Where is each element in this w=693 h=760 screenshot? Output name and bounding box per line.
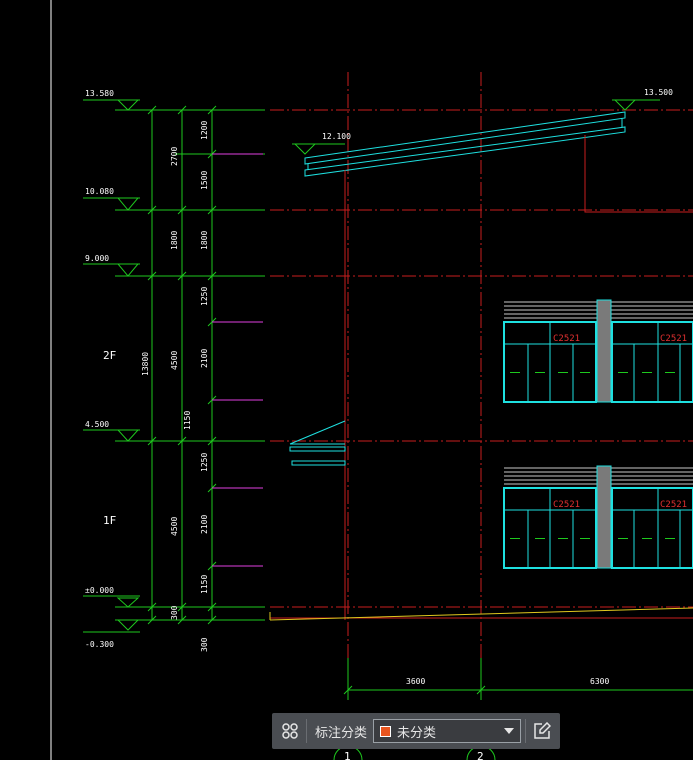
dimension-text: 300 bbox=[200, 637, 209, 652]
edit-icon[interactable] bbox=[530, 719, 554, 743]
window-tag: C2521 bbox=[660, 334, 687, 344]
dimension-text: 300 bbox=[170, 605, 179, 620]
elevation-label: 13.500 bbox=[644, 88, 673, 97]
dimension-text: 1800 bbox=[200, 231, 209, 250]
elevation-label: 12.100 bbox=[322, 132, 351, 141]
grid-icon[interactable] bbox=[278, 719, 302, 743]
dimension-text: 4500 bbox=[170, 517, 179, 536]
dimension-text: 4500 bbox=[170, 351, 179, 370]
pier-column bbox=[596, 299, 612, 403]
grid-label: 1 bbox=[344, 750, 351, 760]
annotation-category-label: 标注分类 bbox=[315, 725, 368, 741]
chevron-down-icon bbox=[504, 728, 514, 734]
category-color-swatch bbox=[380, 725, 392, 737]
floor-label: 2F bbox=[103, 349, 116, 362]
annotation-toolbar: 标注分类 未分类 bbox=[272, 713, 560, 749]
roof-slab bbox=[304, 111, 626, 177]
window-tag: C2521 bbox=[660, 500, 687, 510]
elevation-label: 9.000 bbox=[85, 254, 109, 263]
entrance-canopy bbox=[289, 420, 346, 466]
pier-column bbox=[596, 465, 612, 569]
dimension-text: 1800 bbox=[170, 231, 179, 250]
dimension-text: 1500 bbox=[200, 171, 209, 190]
elevation-label: 13.580 bbox=[85, 89, 114, 98]
window-tag: C2521 bbox=[553, 334, 580, 344]
grid-label: 2 bbox=[477, 750, 484, 760]
window-group-2f: C2521 C2521 bbox=[503, 299, 693, 403]
toolbar-divider bbox=[306, 719, 307, 743]
dimension-text: 2100 bbox=[200, 349, 209, 368]
dimension-text: 6300 bbox=[590, 677, 609, 686]
dimension-text: 1150 bbox=[200, 575, 209, 594]
elevation-label: 10.080 bbox=[85, 187, 114, 196]
dimension-text: 1200 bbox=[200, 121, 209, 140]
elevation-label: ±0.000 bbox=[85, 586, 114, 595]
dimension-text: 1250 bbox=[200, 453, 209, 472]
elevation-label: -0.300 bbox=[85, 640, 114, 649]
horizontal-dimension bbox=[343, 658, 693, 700]
dimension-text: 1150 bbox=[183, 411, 192, 430]
dimension-text: 13800 bbox=[141, 352, 150, 376]
elevation-label: 4.500 bbox=[85, 420, 109, 429]
category-select-value: 未分类 bbox=[397, 725, 437, 741]
window-tag: C2521 bbox=[553, 500, 580, 510]
dimension-text: 2100 bbox=[200, 515, 209, 534]
window-group-1f: C2521 C2521 bbox=[503, 465, 693, 569]
window-level-lines bbox=[212, 153, 263, 567]
annotation-category-select[interactable]: 未分类 bbox=[373, 719, 521, 743]
dimension-text: 3600 bbox=[406, 677, 425, 686]
dimension-text: 2700 bbox=[170, 147, 179, 166]
toolbar-divider bbox=[525, 719, 526, 743]
floor-label: 1F bbox=[103, 514, 116, 527]
dimension-text: 1250 bbox=[200, 287, 209, 306]
cad-drawing-canvas[interactable]: 13.580 10.080 9.000 4.500 ±0.000 -0.300 … bbox=[0, 0, 693, 760]
